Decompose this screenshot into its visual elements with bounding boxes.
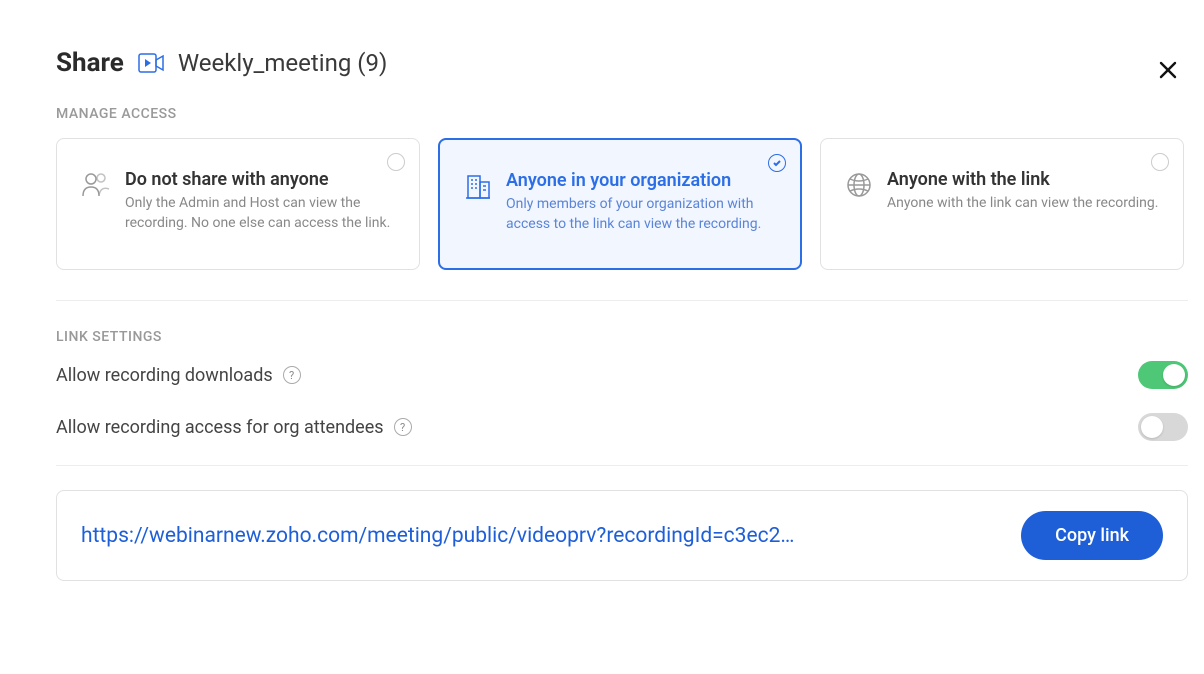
card-description: Anyone with the link can view the record…: [887, 194, 1159, 214]
access-option-do-not-share[interactable]: Do not share with anyone Only the Admin …: [56, 138, 420, 270]
card-description: Only the Admin and Host can view the rec…: [125, 194, 395, 233]
access-option-anyone-link[interactable]: Anyone with the link Anyone with the lin…: [820, 138, 1184, 270]
access-option-organization[interactable]: Anyone in your organization Only members…: [438, 138, 802, 270]
people-icon: [81, 171, 111, 201]
copy-link-button[interactable]: Copy link: [1021, 511, 1163, 560]
setting-label: Allow recording access for org attendees: [56, 417, 384, 438]
building-icon: [464, 172, 492, 204]
setting-allow-org-attendees: Allow recording access for org attendees…: [56, 413, 1188, 441]
radio-indicator-checked: [768, 154, 786, 172]
video-icon: [138, 53, 164, 73]
card-title: Anyone with the link: [887, 169, 1159, 190]
share-title: Share: [56, 48, 124, 78]
toggle-allow-downloads[interactable]: [1138, 361, 1188, 389]
share-modal: Share Weekly_meeting (9) MANAGE ACCESS: [20, 20, 1204, 654]
card-title: Anyone in your organization: [506, 170, 776, 191]
radio-indicator: [1151, 153, 1169, 171]
card-description: Only members of your organization with a…: [506, 195, 776, 234]
link-settings-label: LINK SETTINGS: [56, 329, 1188, 345]
help-icon[interactable]: ?: [394, 418, 412, 436]
manage-access-label: MANAGE ACCESS: [56, 106, 1188, 122]
modal-header: Share Weekly_meeting (9): [56, 48, 1188, 78]
file-name: Weekly_meeting (9): [178, 49, 388, 77]
setting-label: Allow recording downloads: [56, 365, 273, 386]
share-link-url[interactable]: https://webinarnew.zoho.com/meeting/publ…: [81, 524, 997, 548]
access-options: Do not share with anyone Only the Admin …: [56, 138, 1188, 270]
card-title: Do not share with anyone: [125, 169, 395, 190]
help-icon[interactable]: ?: [283, 366, 301, 384]
link-box: https://webinarnew.zoho.com/meeting/publ…: [56, 490, 1188, 581]
globe-icon: [845, 171, 873, 203]
toggle-allow-org-attendees[interactable]: [1138, 413, 1188, 441]
close-button[interactable]: [1152, 54, 1184, 90]
divider: [56, 465, 1188, 466]
setting-allow-downloads: Allow recording downloads ?: [56, 361, 1188, 389]
divider: [56, 300, 1188, 301]
radio-indicator: [387, 153, 405, 171]
